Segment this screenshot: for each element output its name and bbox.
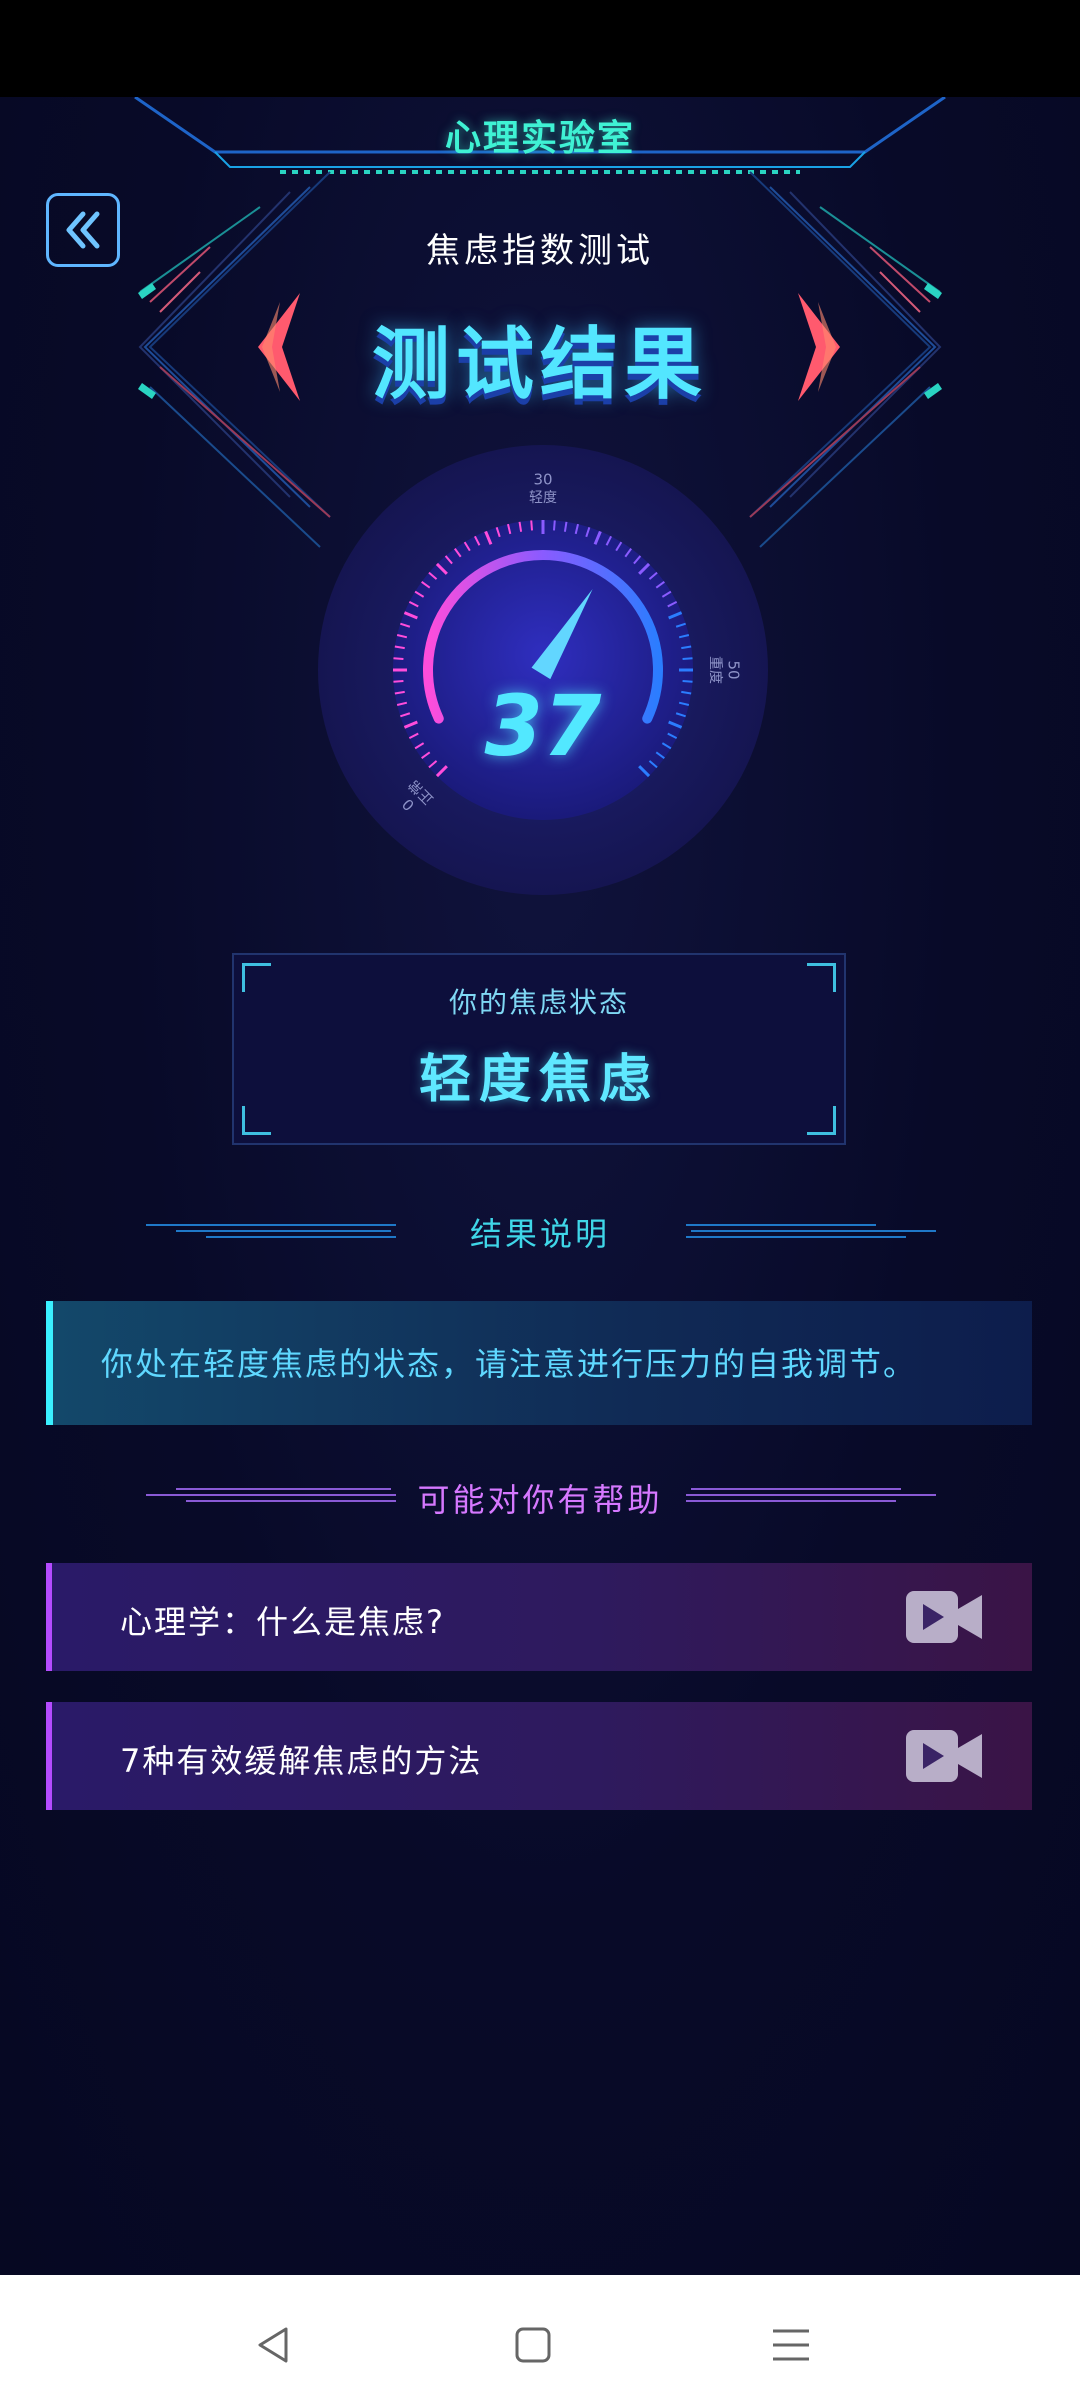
nav-back-button[interactable] [244,2315,304,2375]
help-section-header: 可能对你有帮助 [0,1475,1080,1519]
test-subtitle: 焦虑指数测试 [426,231,654,271]
nav-menu-button[interactable] [761,2315,821,2375]
system-navigation-bar [0,2275,1080,2408]
gauge-tick [393,657,404,661]
gauge-tick-label: 轻度 [529,490,557,506]
divider-lines-right [686,1224,936,1238]
status-bar [0,0,1080,97]
score-value: 37 [484,677,602,775]
gauge-tick [530,520,534,531]
anxiety-gauge: 0正常30轻度50重度 [318,445,768,895]
state-label: 你的焦虑状态 [448,986,629,1019]
help-item-label: 心理学：什么是焦虑? [120,1603,445,1641]
gauge-tick [682,657,693,661]
help-item-label: 7种有效缓解焦虑的方法 [120,1742,483,1780]
explanation-box: 你处在轻度焦虑的状态，请注意进行压力的自我调节。 [46,1301,1032,1425]
explanation-section-header: 结果说明 [0,1209,1080,1253]
video-camera-icon[interactable] [906,1730,982,1782]
divider-lines-right [686,1488,936,1502]
lab-title: 心理实验室 [444,118,635,159]
gauge-tick-value: 30 [533,471,552,489]
help-item-relief-methods[interactable]: 7种有效缓解焦虑的方法 [46,1702,1032,1810]
result-title: 测试结果 [371,320,708,410]
menu-lines-icon [773,2329,809,2361]
nav-home-button[interactable] [503,2315,563,2375]
video-camera-icon[interactable] [906,1591,982,1643]
help-item-what-is-anxiety[interactable]: 心理学：什么是焦虑? [46,1563,1032,1671]
gauge-tick [552,520,556,531]
back-triangle-icon [258,2327,288,2363]
explanation-text: 你处在轻度焦虑的状态，请注意进行压力的自我调节。 [101,1345,918,1383]
state-value: 轻度焦虑 [418,1050,659,1110]
app-screen: 心理实验室 焦虑指数测试 测试结果 0 正常 30 轻度 50 重度 37 你的… [0,97,1080,2275]
anxiety-state-card: 你的焦虑状态 轻度焦虑 [232,953,846,1145]
home-square-icon [515,2327,551,2363]
